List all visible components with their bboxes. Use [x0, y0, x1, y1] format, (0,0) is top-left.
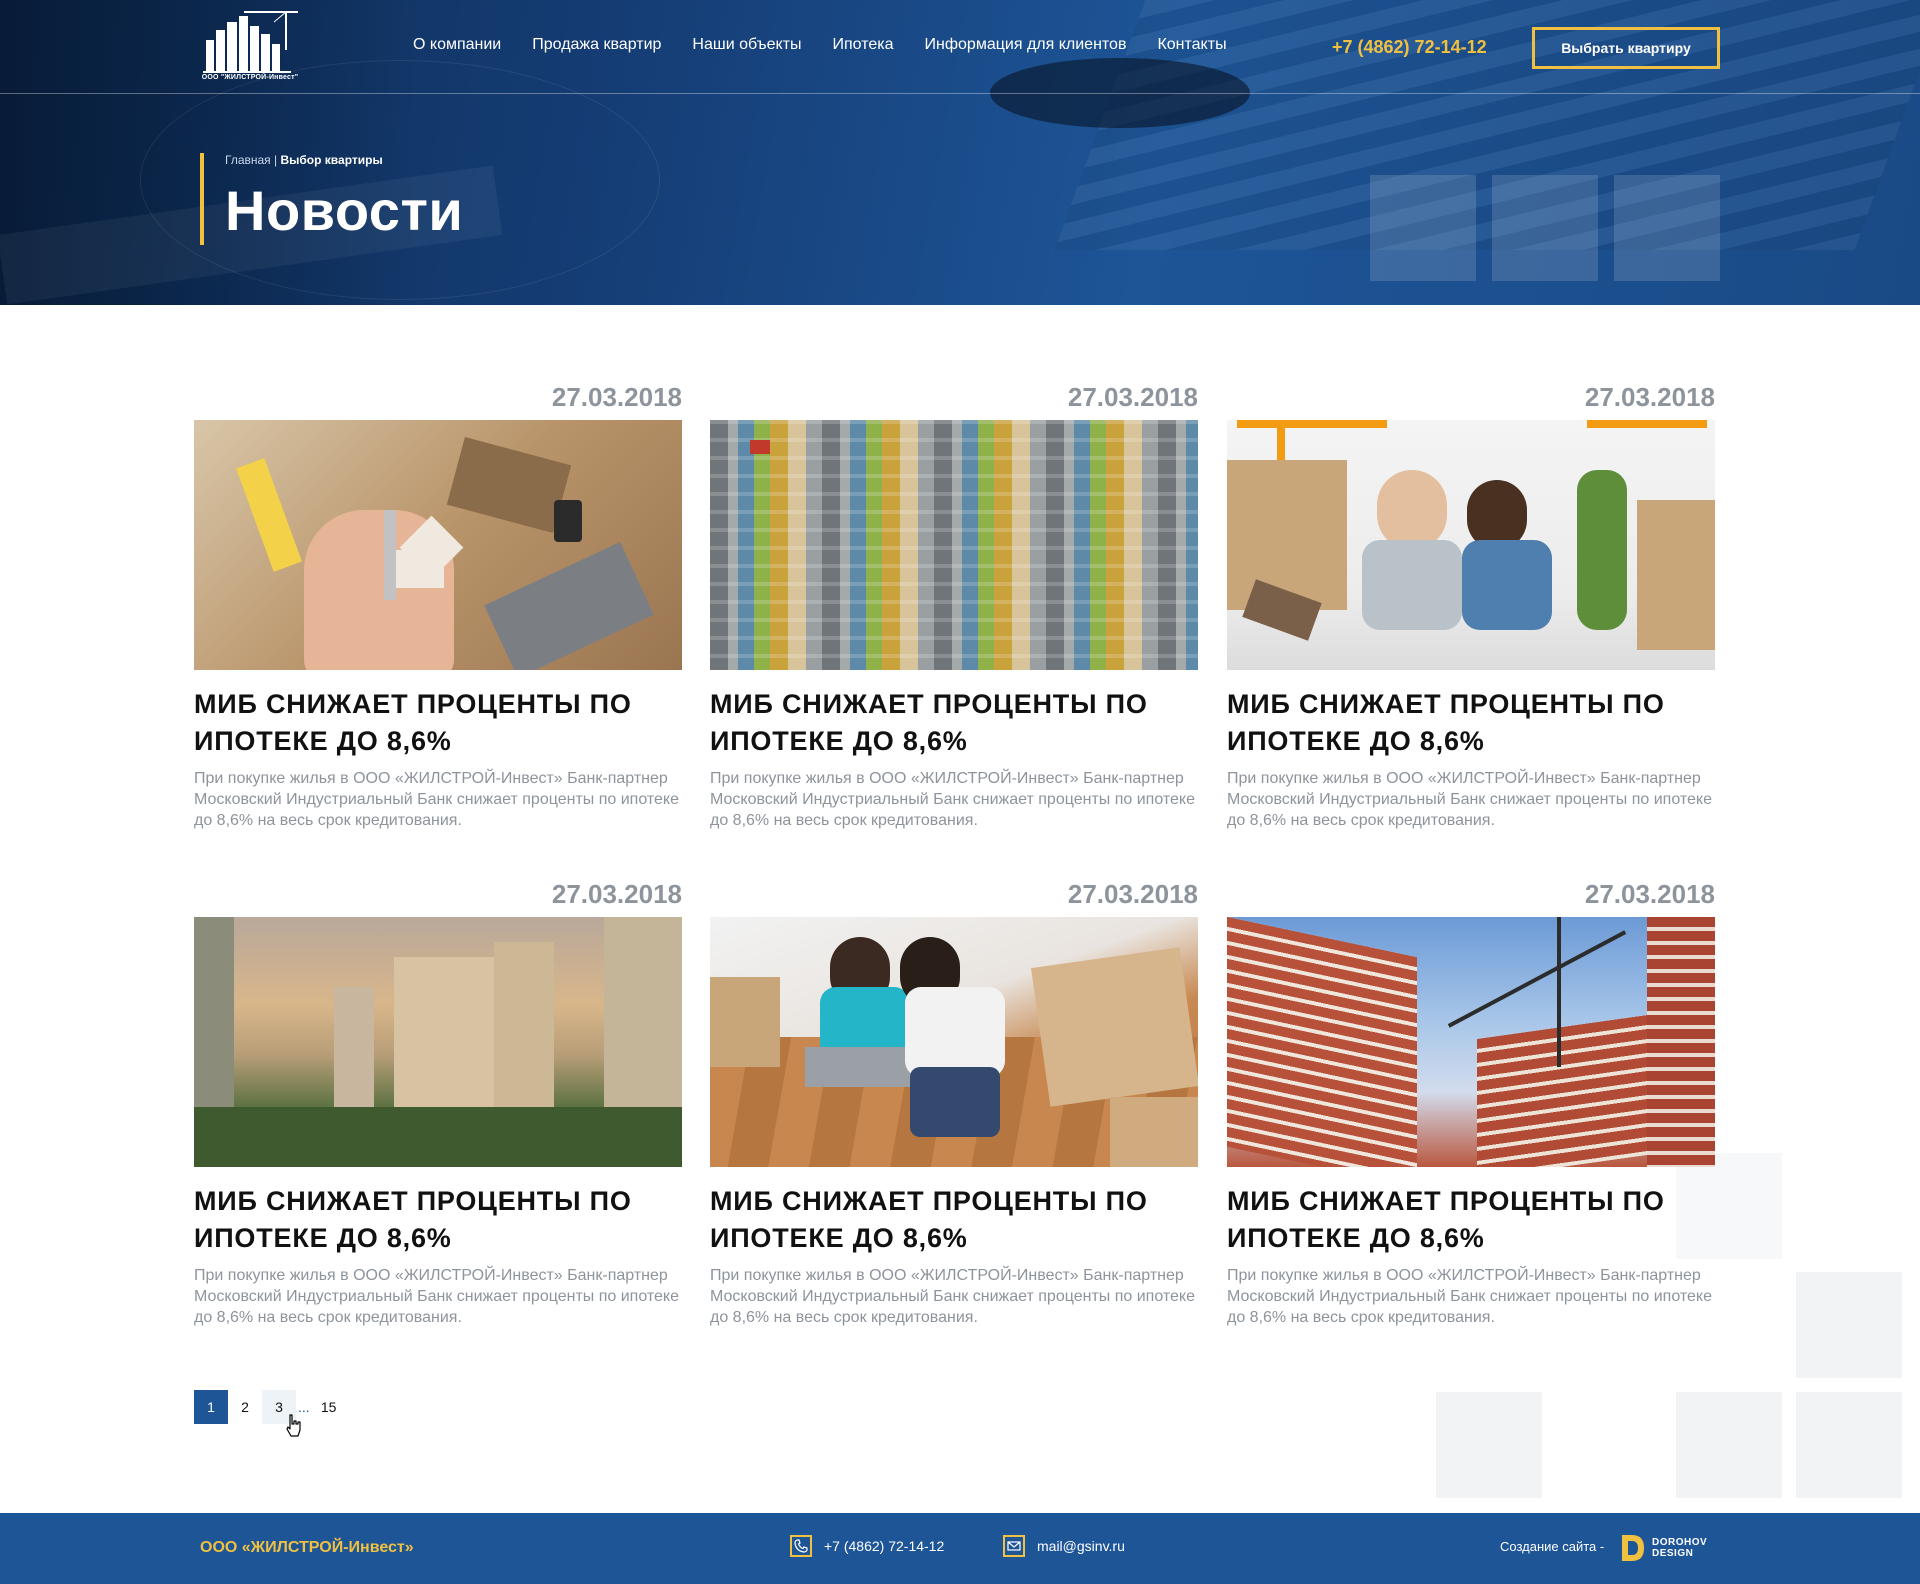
news-date: 27.03.2018 — [1067, 382, 1198, 412]
news-title[interactable]: МИБ снижает проценты по ипотеке до 8,6% — [710, 686, 1198, 760]
dorohov-logo-icon — [1622, 1535, 1644, 1561]
page-title: Новости — [225, 179, 464, 242]
hero-deco-square — [1492, 175, 1598, 281]
choose-apartment-button[interactable]: Выбрать квартиру — [1532, 27, 1720, 69]
developer-name-line1: DOROHOV — [1652, 1537, 1708, 1548]
news-excerpt: При покупке жилья в ООО «ЖИЛСТРОЙ-Инвест… — [710, 1267, 1195, 1326]
news-date: 27.03.2018 — [1067, 879, 1198, 909]
header-phone[interactable]: +7 (4862) 72-14-12 — [1332, 37, 1487, 58]
news-excerpt: При покупке жилья в ООО «ЖИЛСТРОЙ-Инвест… — [1227, 770, 1712, 829]
footer-email[interactable]: mail@gsinv.ru — [1003, 1535, 1125, 1557]
news-excerpt: При покупке жилья в ООО «ЖИЛСТРОЙ-Инвест… — [194, 770, 679, 829]
company-logo[interactable]: ООО "ЖИЛСТРОЙ-Инвест" — [200, 10, 300, 86]
news-title[interactable]: МИБ снижает проценты по ипотеке до 8,6% — [1227, 686, 1715, 760]
nav-item-sales[interactable]: Продажа квартир — [532, 36, 661, 54]
top-navigation-bar: ООО "ЖИЛСТРОЙ-Инвест" О компании Продажа… — [0, 0, 1920, 94]
hero-deco-square — [1614, 175, 1720, 281]
news-card[interactable]: 27.03.2018 МИБ снижает проценты по ипоте… — [710, 879, 1198, 1339]
deco-square — [1676, 1392, 1782, 1498]
footer-credit: Создание сайта - — [1500, 1539, 1605, 1554]
news-excerpt: При покупке жилья в ООО «ЖИЛСТРОЙ-Инвест… — [710, 770, 1195, 829]
news-title[interactable]: МИБ снижает проценты по ипотеке до 8,6% — [1227, 1183, 1715, 1257]
nav-item-mortgage[interactable]: Ипотека — [833, 36, 894, 54]
nav-item-client-info[interactable]: Информация для клиентов — [925, 36, 1127, 54]
mail-icon — [1003, 1535, 1025, 1557]
news-card[interactable]: 27.03.2018 МИБ снижает проценты по ипоте… — [1227, 879, 1715, 1339]
news-excerpt: При покупке жилья в ООО «ЖИЛСТРОЙ-Инвест… — [1227, 1267, 1712, 1326]
logo-caption: ООО "ЖИЛСТРОЙ-Инвест" — [201, 74, 299, 81]
breadcrumb-home[interactable]: Главная — [225, 153, 271, 167]
page-link-1[interactable]: 1 — [194, 1390, 228, 1424]
breadcrumb-separator: | — [270, 153, 281, 167]
news-card[interactable]: 27.03.2018 МИБ снижает проценты по ипоте… — [194, 879, 682, 1339]
news-image-facades[interactable] — [710, 420, 1198, 670]
nav-item-contacts[interactable]: Контакты — [1157, 36, 1226, 54]
news-image-brick-towers[interactable] — [1227, 917, 1715, 1167]
news-title[interactable]: МИБ снижает проценты по ипотеке до 8,6% — [194, 1183, 682, 1257]
nav-item-objects[interactable]: Наши объекты — [692, 36, 801, 54]
deco-square — [1796, 1392, 1902, 1498]
title-accent-bar — [200, 153, 204, 245]
news-card[interactable]: 27.03.2018 МИБ снижает проценты по ипоте… — [710, 382, 1198, 842]
news-excerpt: При покупке жилья в ООО «ЖИЛСТРОЙ-Инвест… — [194, 1267, 679, 1326]
footer-phone-text: +7 (4862) 72-14-12 — [824, 1538, 945, 1554]
footer: ООО «ЖИЛСТРОЙ-Инвест» +7 (4862) 72-14-12… — [0, 1513, 1920, 1584]
deco-square — [1436, 1392, 1542, 1498]
hero-banner: ООО "ЖИЛСТРОЙ-Инвест" О компании Продажа… — [0, 0, 1920, 305]
logo-buildings-icon — [203, 11, 298, 73]
cursor-hand-icon — [286, 1414, 301, 1437]
developer-logo[interactable]: DOROHOV DESIGN — [1620, 1533, 1707, 1563]
news-date: 27.03.2018 — [1584, 382, 1715, 412]
footer-email-text: mail@gsinv.ru — [1037, 1538, 1125, 1554]
page-link-2[interactable]: 2 — [228, 1390, 262, 1424]
pagination: 1 2 3 ... 15 — [194, 1390, 346, 1424]
news-date: 27.03.2018 — [551, 879, 682, 909]
deco-square — [1796, 1272, 1902, 1378]
news-image-couple-boxes[interactable] — [1227, 420, 1715, 670]
news-card[interactable]: 27.03.2018 МИБ снижает проценты по ипоте… — [194, 382, 682, 842]
news-card[interactable]: 27.03.2018 МИБ снижает проценты по ипоте… — [1227, 382, 1715, 842]
news-date: 27.03.2018 — [1584, 879, 1715, 909]
footer-phone[interactable]: +7 (4862) 72-14-12 — [790, 1535, 944, 1557]
page-link-last[interactable]: 15 — [312, 1390, 346, 1424]
developer-logo-text: DOROHOV DESIGN — [1652, 1537, 1707, 1559]
main-nav: О компании Продажа квартир Наши объекты … — [413, 36, 1258, 54]
news-title[interactable]: МИБ снижает проценты по ипотеке до 8,6% — [710, 1183, 1198, 1257]
hero-deco-square — [1370, 175, 1476, 281]
news-image-residential-complex[interactable] — [194, 917, 682, 1167]
phone-icon — [790, 1535, 812, 1557]
footer-company: ООО «ЖИЛСТРОЙ-Инвест» — [200, 1539, 414, 1556]
news-date: 27.03.2018 — [551, 382, 682, 412]
breadcrumb-current: Выбор квартиры — [280, 153, 383, 167]
news-image-couple-laptop[interactable] — [710, 917, 1198, 1167]
developer-name-line2: DESIGN — [1652, 1548, 1694, 1559]
nav-item-about[interactable]: О компании — [413, 36, 501, 54]
news-title[interactable]: МИБ снижает проценты по ипотеке до 8,6% — [194, 686, 682, 760]
news-image-keys[interactable] — [194, 420, 682, 670]
breadcrumb: Главная | Выбор квартиры — [225, 153, 383, 167]
